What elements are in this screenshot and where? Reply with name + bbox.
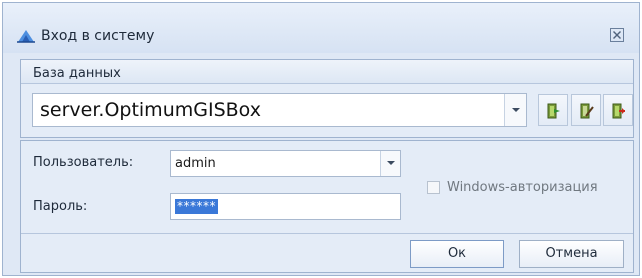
database-select[interactable]: server.OptimumGISBox bbox=[32, 93, 527, 127]
app-logo-icon bbox=[17, 30, 35, 43]
credentials-panel: Пользователь: admin Пароль: ****** Windo… bbox=[20, 140, 634, 273]
divider bbox=[21, 233, 633, 234]
edit-db-button[interactable] bbox=[571, 94, 601, 126]
database-value: server.OptimumGISBox bbox=[40, 99, 261, 121]
password-field[interactable]: ****** bbox=[170, 193, 401, 220]
connect-db-button[interactable] bbox=[538, 94, 568, 126]
cancel-button[interactable]: Отмена bbox=[519, 240, 624, 268]
remove-db-button[interactable] bbox=[603, 94, 633, 126]
user-label: Пользователь: bbox=[33, 155, 134, 170]
database-header: База данных bbox=[21, 60, 633, 84]
user-value: admin bbox=[175, 156, 216, 171]
edit-db-icon bbox=[580, 103, 594, 119]
chevron-down-icon bbox=[512, 108, 520, 112]
user-dropdown-button[interactable] bbox=[380, 151, 400, 176]
database-label: База данных bbox=[33, 66, 121, 81]
password-label: Пароль: bbox=[33, 199, 88, 214]
windows-auth-checkbox[interactable] bbox=[427, 181, 440, 194]
login-dialog: Вход в систему База данных server.Optimu… bbox=[2, 2, 640, 276]
ok-button[interactable]: Ок bbox=[410, 240, 504, 268]
connect-db-icon bbox=[547, 103, 560, 119]
remove-db-icon bbox=[612, 103, 625, 119]
dialog-title: Вход в систему bbox=[41, 28, 155, 44]
database-panel: База данных server.OptimumGISBox bbox=[20, 59, 634, 138]
database-dropdown-button[interactable] bbox=[504, 94, 526, 126]
windows-auth-label: Windows-авторизация bbox=[447, 180, 598, 195]
close-icon[interactable] bbox=[609, 27, 625, 43]
title-bar: Вход в систему bbox=[3, 3, 639, 53]
chevron-down-icon bbox=[387, 161, 395, 165]
user-select[interactable]: admin bbox=[170, 150, 401, 177]
password-value: ****** bbox=[175, 199, 218, 214]
